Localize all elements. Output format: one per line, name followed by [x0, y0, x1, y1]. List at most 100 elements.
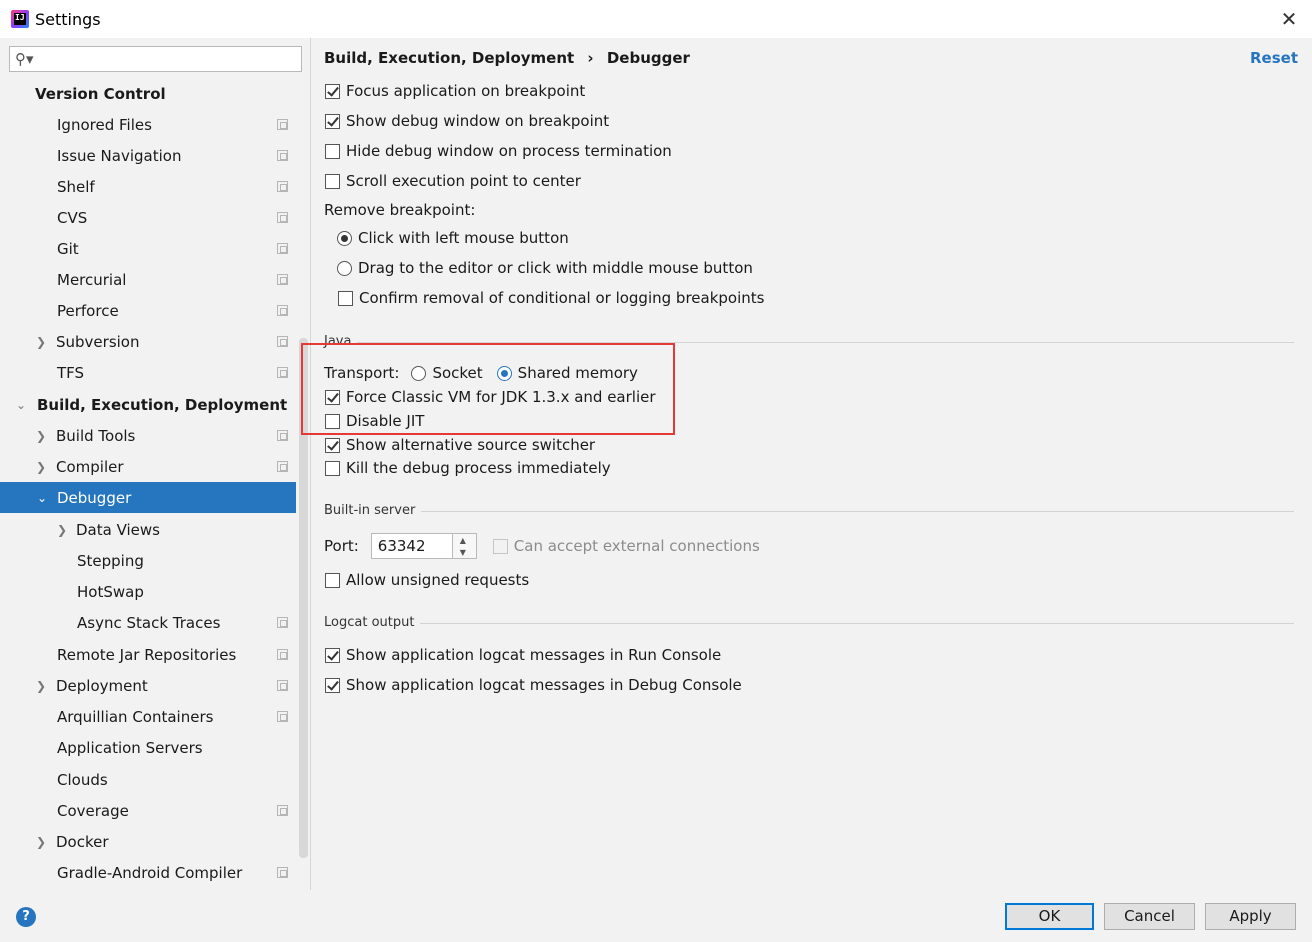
- project-scope-icon: [277, 711, 288, 722]
- unsigned-requests-checkbox[interactable]: [325, 572, 340, 588]
- highlight-annotation-box: [301, 343, 675, 435]
- title-bar: IJ Settings ✕: [0, 0, 1312, 38]
- help-icon[interactable]: ?: [16, 907, 36, 927]
- project-scope-icon: [277, 805, 288, 816]
- search-icon: ⚲▾: [15, 50, 34, 68]
- tree-item-remote-jar-repositories[interactable]: Remote Jar Repositories: [0, 639, 296, 670]
- logcat-run-console-checkbox[interactable]: [325, 647, 340, 663]
- scroll-exec-point-checkbox[interactable]: [325, 173, 340, 189]
- tree-item-perforce[interactable]: Perforce: [0, 295, 296, 326]
- tree-item-arquillian-containers[interactable]: Arquillian Containers: [0, 701, 296, 732]
- tree-item-application-servers[interactable]: Application Servers: [0, 732, 296, 763]
- left-click-radio[interactable]: [337, 230, 352, 246]
- left-click-radio-row[interactable]: Click with left mouse button: [337, 227, 569, 249]
- page-title: Debugger: [606, 49, 690, 67]
- chevron-down-icon[interactable]: ⌄: [36, 491, 48, 505]
- cancel-button[interactable]: Cancel: [1104, 903, 1195, 930]
- tree-item-hotswap[interactable]: HotSwap: [0, 576, 296, 607]
- show-debug-window-checkbox-row[interactable]: Show debug window on breakpoint: [325, 110, 609, 132]
- port-label: Port:: [324, 537, 359, 555]
- tree-item-issue-navigation[interactable]: Issue Navigation: [0, 140, 296, 171]
- tree-item-deployment[interactable]: ❯ Deployment: [0, 670, 296, 701]
- drag-middle-radio[interactable]: [337, 260, 352, 276]
- settings-sidebar: ⚲▾ Version Control Ignored Files Issue N…: [0, 38, 311, 890]
- search-input[interactable]: ⚲▾: [9, 46, 302, 72]
- project-scope-icon: [277, 243, 288, 254]
- tree-item-build-tools[interactable]: ❯ Build Tools: [0, 420, 296, 451]
- project-scope-icon: [277, 649, 288, 660]
- logcat-run-console-checkbox-row[interactable]: Show application logcat messages in Run …: [325, 644, 721, 666]
- logcat-debug-console-checkbox-row[interactable]: Show application logcat messages in Debu…: [325, 674, 742, 696]
- project-scope-icon: [277, 274, 288, 285]
- tree-item-ignored-files[interactable]: Ignored Files: [0, 109, 296, 140]
- tree-item-git[interactable]: Git: [0, 233, 296, 264]
- tree-item-subversion[interactable]: ❯ Subversion: [0, 326, 296, 357]
- tree-item-build-execution-deployment[interactable]: ⌄ Build, Execution, Deployment: [0, 389, 296, 420]
- builtin-server-section-label: Built-in server: [324, 503, 422, 518]
- confirm-removal-checkbox[interactable]: [338, 290, 353, 306]
- tree-item-clouds[interactable]: Clouds: [0, 764, 296, 795]
- external-connections-checkbox[interactable]: [492, 538, 508, 554]
- chevron-down-icon[interactable]: ⌄: [15, 398, 27, 412]
- port-spinner[interactable]: ▲ ▼: [452, 533, 477, 559]
- reset-link[interactable]: Reset: [1250, 49, 1298, 67]
- tree-item-cvs[interactable]: CVS: [0, 202, 296, 233]
- chevron-right-icon[interactable]: ❯: [35, 835, 47, 849]
- spinner-down-icon[interactable]: ▼: [460, 548, 466, 557]
- project-scope-icon: [277, 867, 288, 878]
- tree-item-async-stack-traces[interactable]: Async Stack Traces: [0, 607, 296, 638]
- project-scope-icon: [277, 212, 288, 223]
- unsigned-requests-checkbox-row[interactable]: Allow unsigned requests: [325, 569, 529, 591]
- tree-item-coverage[interactable]: Coverage: [0, 795, 296, 826]
- drag-middle-radio-row[interactable]: Drag to the editor or click with middle …: [337, 257, 753, 279]
- kill-immediately-checkbox-row[interactable]: Kill the debug process immediately: [325, 457, 611, 479]
- chevron-right-icon[interactable]: ❯: [35, 429, 47, 443]
- tree-item-version-control[interactable]: Version Control: [0, 78, 296, 109]
- dialog-footer: ? OK Cancel Apply: [0, 890, 1312, 942]
- breadcrumb-separator: ›: [587, 49, 594, 67]
- tree-item-docker[interactable]: ❯ Docker: [0, 826, 296, 857]
- tree-item-shelf[interactable]: Shelf: [0, 171, 296, 202]
- intellij-logo-icon: IJ: [11, 10, 29, 28]
- chevron-right-icon[interactable]: ❯: [35, 679, 47, 693]
- apply-button[interactable]: Apply: [1205, 903, 1296, 930]
- kill-immediately-checkbox[interactable]: [325, 460, 340, 476]
- port-row: Port: 63342 ▲ ▼ Can accept external conn…: [324, 532, 760, 560]
- alt-source-switcher-checkbox-row[interactable]: Show alternative source switcher: [325, 434, 595, 456]
- alt-source-switcher-checkbox[interactable]: [325, 437, 340, 453]
- tree-item-gradle-android-compiler[interactable]: Gradle-Android Compiler: [0, 857, 296, 888]
- spinner-up-icon[interactable]: ▲: [460, 536, 466, 545]
- remove-breakpoint-label: Remove breakpoint:: [324, 201, 476, 219]
- close-icon[interactable]: ✕: [1278, 8, 1300, 30]
- project-scope-icon: [277, 617, 288, 628]
- focus-app-checkbox-row[interactable]: Focus application on breakpoint: [325, 80, 585, 102]
- confirm-removal-checkbox-row[interactable]: Confirm removal of conditional or loggin…: [338, 287, 764, 309]
- project-scope-icon: [277, 680, 288, 691]
- project-scope-icon: [277, 150, 288, 161]
- tree-item-stepping[interactable]: Stepping: [0, 545, 296, 576]
- logcat-section-label: Logcat output: [324, 615, 421, 630]
- port-input[interactable]: 63342: [370, 533, 453, 559]
- debugger-settings-panel: Build, Execution, Deployment › Debugger …: [312, 38, 1312, 890]
- chevron-right-icon[interactable]: ❯: [35, 335, 47, 349]
- window-title: Settings: [35, 9, 101, 29]
- focus-app-checkbox[interactable]: [325, 83, 340, 99]
- show-debug-window-checkbox[interactable]: [325, 113, 340, 129]
- tree-item-compiler[interactable]: ❯ Compiler: [0, 451, 296, 482]
- breadcrumb: Build, Execution, Deployment › Debugger: [324, 49, 690, 67]
- tree-item-tfs[interactable]: TFS: [0, 357, 296, 388]
- tree-item-mercurial[interactable]: Mercurial: [0, 264, 296, 295]
- chevron-right-icon[interactable]: ❯: [35, 460, 47, 474]
- project-scope-icon: [277, 181, 288, 192]
- ok-button[interactable]: OK: [1005, 903, 1094, 930]
- tree-item-data-views[interactable]: ❯ Data Views: [0, 514, 296, 545]
- tree-item-debugger[interactable]: ⌄ Debugger: [0, 482, 296, 513]
- project-scope-icon: [277, 367, 288, 378]
- hide-debug-window-checkbox[interactable]: [325, 143, 340, 159]
- project-scope-icon: [277, 461, 288, 472]
- chevron-right-icon[interactable]: ❯: [56, 523, 68, 537]
- project-scope-icon: [277, 305, 288, 316]
- logcat-debug-console-checkbox[interactable]: [325, 677, 340, 693]
- scroll-exec-point-checkbox-row[interactable]: Scroll execution point to center: [325, 170, 581, 192]
- hide-debug-window-checkbox-row[interactable]: Hide debug window on process termination: [325, 140, 672, 162]
